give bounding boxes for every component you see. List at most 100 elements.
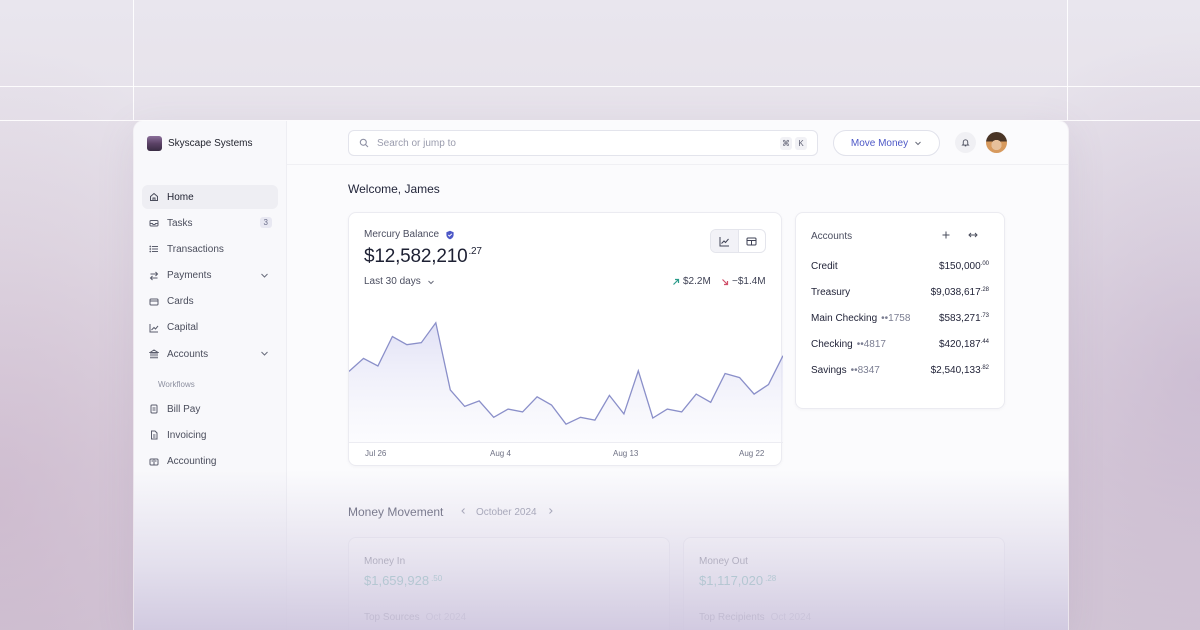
bell-icon — [961, 139, 970, 147]
sidebar-item-label: Cards — [167, 296, 194, 308]
chevron-down-icon[interactable] — [260, 271, 269, 280]
line-chart-icon — [719, 236, 729, 246]
account-amount: $9,038,617 — [930, 287, 981, 298]
account-name-text: Checking — [811, 339, 853, 350]
account-amount: $150,000 — [938, 261, 981, 272]
chart-icon — [149, 323, 159, 333]
table-view-button[interactable] — [739, 230, 766, 252]
sidebar-item-label: Transactions — [167, 243, 224, 255]
balance-label-text: Mercury Balance — [364, 229, 440, 240]
brand-name: Skyscape Systems — [168, 137, 253, 149]
sidebar-item-accounts[interactable]: Accounts — [142, 342, 278, 366]
sidebar-item-transactions[interactable]: Transactions — [142, 237, 278, 261]
notifications-button[interactable] — [955, 132, 976, 153]
top-sources-period: Oct 2024 — [425, 612, 467, 623]
account-row-credit[interactable]: Credit $150,000.00 — [811, 261, 989, 275]
account-name-text: Savings — [811, 365, 847, 376]
add-icon[interactable] — [940, 229, 952, 241]
sidebar-item-label: Home — [167, 191, 194, 203]
money-in-amount: $1,659,928.50 — [364, 573, 442, 588]
money-in-dollars: $1,659,928 — [364, 573, 430, 588]
top-sources-label: Top Sources Oct 2024 — [364, 612, 466, 623]
topbar: Search or jump to ⌘ K Move Money — [287, 121, 1068, 165]
table-icon — [746, 237, 757, 245]
tasks-count-badge: 3 — [259, 217, 272, 229]
account-cents: .28 — [980, 287, 989, 293]
period-label: Last 30 days — [364, 276, 421, 287]
sidebar-item-home[interactable]: Home — [142, 185, 278, 209]
guide-line — [1067, 0, 1068, 120]
accounts-card: Accounts Credit $150,000.00 Treasury $9,… — [795, 212, 1005, 409]
account-balance: $583,271.73 — [939, 313, 989, 324]
x-tick-label: Aug 13 — [613, 449, 639, 458]
money-movement-title: Money Movement — [348, 505, 444, 519]
top-sources-text: Top Sources — [364, 612, 420, 623]
search-input[interactable]: Search or jump to ⌘ K — [348, 130, 818, 156]
chevron-right-icon[interactable] — [547, 507, 555, 515]
move-money-button[interactable]: Move Money — [833, 130, 940, 156]
top-recipients-period: Oct 2024 — [770, 612, 812, 623]
invoice-icon — [149, 430, 159, 440]
chevron-down-icon[interactable] — [260, 349, 269, 358]
chevron-left-icon[interactable] — [459, 507, 467, 515]
sidebar-item-tasks[interactable]: Tasks 3 — [142, 211, 278, 235]
balance-label: Mercury Balance — [364, 229, 455, 240]
sidebar-item-label: Bill Pay — [167, 403, 201, 415]
account-cents: .44 — [980, 339, 989, 345]
brand[interactable]: Skyscape Systems — [134, 121, 286, 165]
search-icon — [359, 138, 369, 148]
chart-view-toggle — [710, 229, 766, 253]
avatar[interactable] — [986, 132, 1007, 153]
money-out-summary: −$1.4M — [721, 276, 766, 287]
bill-icon — [149, 404, 159, 414]
sidebar-item-label: Accounting — [167, 456, 217, 467]
money-in-summary: $2.2M — [672, 276, 711, 287]
chevron-down-icon — [427, 280, 434, 284]
sidebar-nav: Home Tasks 3 Transactions Payments Cards — [134, 185, 286, 474]
sidebar-item-label: Tasks — [167, 217, 193, 229]
account-row-savings[interactable]: Savings ••8347 $2,540,133.82 — [811, 365, 989, 379]
account-balance: $9,038,617.28 — [931, 287, 989, 298]
sidebar-item-payments[interactable]: Payments — [142, 264, 278, 288]
sidebar-item-bill-pay[interactable]: Bill Pay — [142, 397, 278, 421]
sidebar-item-invoicing[interactable]: Invoicing — [142, 423, 278, 447]
card-icon — [149, 297, 159, 307]
top-recipients-text: Top Recipients — [699, 612, 765, 623]
sidebar-item-cards[interactable]: Cards — [142, 290, 278, 314]
account-balance: $420,187.44 — [939, 339, 989, 350]
money-out-label: Money Out — [699, 556, 748, 567]
arrow-down-right-icon — [722, 278, 729, 285]
account-row-treasury[interactable]: Treasury $9,038,617.28 — [811, 287, 989, 301]
account-name-text: Main Checking — [811, 313, 878, 324]
money-in-card[interactable]: Money In $1,659,928.50 Top Sources Oct 20… — [348, 537, 670, 630]
account-cents: .73 — [980, 313, 989, 319]
sidebar: Skyscape Systems Home Tasks 3 Transactio… — [134, 121, 287, 630]
x-tick-label: Aug 22 — [739, 449, 765, 458]
money-in-cents: .50 — [431, 574, 443, 583]
top-recipients-label: Top Recipients Oct 2024 — [699, 612, 811, 623]
guide-line — [133, 0, 134, 120]
money-in-value: $2.2M — [683, 276, 711, 287]
arrow-up-right-icon — [673, 278, 680, 285]
expand-horizontal-icon[interactable] — [967, 229, 979, 241]
money-in-label: Money In — [364, 556, 406, 567]
sidebar-item-accounting[interactable]: Accounting — [142, 450, 278, 474]
balance-cents: .27 — [468, 246, 482, 257]
account-name: Savings ••8347 — [811, 365, 880, 376]
account-cents: .00 — [980, 261, 989, 267]
money-out-amount: $1,117,020.28 — [699, 573, 776, 588]
search-placeholder: Search or jump to — [377, 137, 456, 149]
period-selector[interactable]: Last 30 days — [364, 276, 435, 287]
account-amount: $583,271 — [938, 313, 981, 324]
account-cents: .82 — [980, 365, 989, 371]
sidebar-item-capital[interactable]: Capital — [142, 316, 278, 340]
line-view-button[interactable] — [711, 230, 739, 252]
account-row-checking[interactable]: Checking ••4817 $420,187.44 — [811, 339, 989, 353]
money-out-card[interactable]: Money Out $1,117,020.28 Top Recipients Oc… — [683, 537, 1005, 630]
account-name: Credit — [811, 261, 838, 272]
account-row-main-checking[interactable]: Main Checking ••1758 $583,271.73 — [811, 313, 989, 327]
balance-amount: $12,582,210.27 — [364, 246, 482, 268]
sidebar-item-label: Capital — [167, 322, 199, 334]
balance-chart[interactable] — [349, 297, 783, 443]
sidebar-item-label: Payments — [167, 270, 212, 282]
